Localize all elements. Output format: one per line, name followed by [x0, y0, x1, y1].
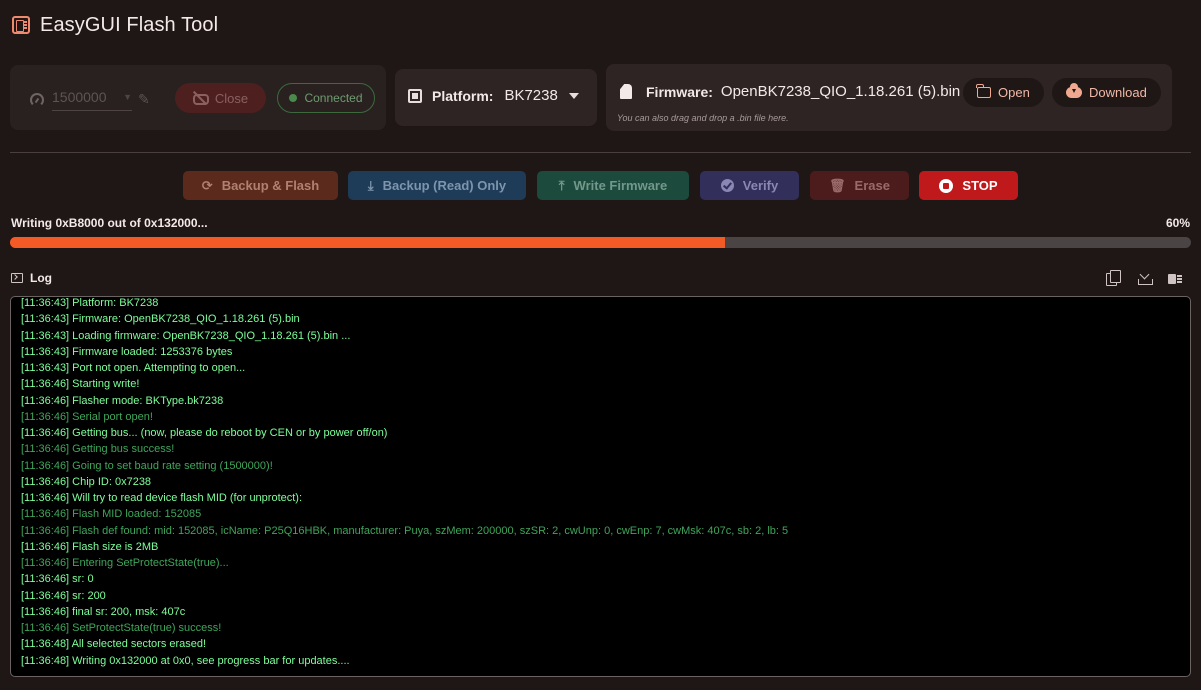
log-line: [11:36:46] Flash size is 2MB [21, 540, 159, 553]
firmware-drop-hint: You can also drag and drop a .bin file h… [617, 113, 789, 123]
verified-icon [720, 179, 734, 192]
log-line: [11:36:46] SetProtectState(true) success… [21, 622, 222, 634]
log-line: [11:36:46] Going to set baud rate settin… [21, 459, 273, 472]
chevron-down-icon: ▼ [123, 92, 132, 102]
sync-icon: ⟳ [201, 178, 213, 193]
status-dot-icon [289, 94, 298, 102]
write-firmware-button[interactable]: ⤒ Write Firmware [537, 171, 689, 200]
log-lines: [11:36:43] Platform: BK7238 [11:36:43] Fi… [21, 297, 1180, 669]
log-line: [11:36:43] Platform: BK7238 [21, 297, 159, 309]
log-line: [11:36:46] Getting bus... (now, please d… [21, 427, 388, 439]
platform-value: BK7238 [504, 87, 558, 104]
save-log-icon[interactable] [1138, 270, 1153, 286]
firmware-value: OpenBK7238_QIO_1.18.261 (5).bin [720, 83, 961, 100]
folder-icon [976, 84, 991, 98]
open-button[interactable]: Open [963, 78, 1044, 107]
app-title: EasyGUI Flash Tool [40, 13, 219, 36]
pencil-icon[interactable]: ✎ [138, 91, 150, 108]
app-header: EasyGUI Flash Tool [12, 12, 218, 38]
trash-icon: 🗑 [829, 178, 846, 193]
connection-status-chip: Connected [277, 83, 375, 113]
stop-label: STOP [962, 178, 998, 193]
connection-status-label: Connected [304, 91, 363, 105]
caret-down-icon [569, 93, 579, 99]
baud-rate-field[interactable]: 1500000 ▼ [52, 89, 132, 111]
log-line: [11:36:46] sr: 0 [21, 573, 94, 586]
link-off-icon [192, 91, 209, 105]
backup-flash-label: Backup & Flash [221, 178, 320, 193]
log-line: [11:36:46] Serial port open! [21, 410, 153, 423]
log-title: Log [30, 271, 52, 285]
firmware-label: Firmware: [646, 83, 713, 100]
log-line: [11:36:43] Firmware: OpenBK7238_QIO_1.18… [21, 313, 300, 326]
erase-label: Erase [854, 178, 890, 193]
stop-icon [939, 178, 954, 193]
log-header: Log [11, 271, 52, 285]
connection-panel: 1500000 ▼ ✎ Close Connected [10, 65, 386, 130]
open-button-label: Open [998, 85, 1030, 100]
progress-status: Writing 0xB8000 out of 0x132000... [11, 216, 208, 230]
progress-bar [10, 237, 1191, 248]
log-line: [11:36:46] Entering SetProtectState(true… [21, 557, 229, 569]
log-line: [11:36:48] All selected sectors erased! [21, 638, 207, 651]
divider [10, 152, 1191, 153]
cloud-download-icon [1066, 83, 1082, 98]
speedometer-icon [30, 93, 44, 107]
backup-read-label: Backup (Read) Only [382, 178, 507, 193]
download-button-label: Download [1089, 85, 1147, 100]
firmware-select[interactable]: Firmware: OpenBK7238_QIO_1.18.261 (5).bi… [620, 83, 982, 100]
erase-button[interactable]: 🗑 Erase [810, 171, 909, 200]
firmware-panel: Firmware: OpenBK7238_QIO_1.18.261 (5).bi… [606, 64, 1172, 131]
verify-label: Verify [742, 178, 779, 193]
progress-percent: 60% [1165, 216, 1190, 230]
copy-icon[interactable] [1106, 270, 1121, 286]
log-line: [11:36:46] Will try to read device flash… [21, 492, 303, 504]
backup-read-button[interactable]: ⤓ Backup (Read) Only [348, 171, 526, 200]
log-line: [11:36:46] Starting write! [21, 378, 140, 391]
progress-fill [10, 237, 725, 248]
app-window: EasyGUI Flash Tool 1500000 ▼ ✎ Close Con… [0, 0, 1201, 690]
log-line: [11:36:46] Flash def found: mid: 152085,… [21, 524, 789, 537]
upload-icon: ⤒ [558, 178, 565, 193]
baud-rate-value: 1500000 [52, 89, 107, 105]
close-button[interactable]: Close [175, 83, 266, 113]
log-line: [11:36:46] Flash MID loaded: 152085 [21, 508, 202, 521]
log-line: [11:36:46] Chip ID: 0x7238 [21, 475, 152, 488]
close-button-label: Close [214, 90, 249, 106]
log-line: [11:36:48] Writing 0x132000 at 0x0, see … [21, 654, 350, 667]
clear-log-icon[interactable] [1168, 270, 1182, 286]
baud-rate-select[interactable]: 1500000 ▼ [30, 89, 132, 111]
log-line: [11:36:46] Flasher mode: BKType.bk7238 [21, 394, 224, 407]
log-line: [11:36:43] Loading firmware: OpenBK7238_… [21, 329, 351, 342]
platform-select[interactable]: Platform: BK7238 [395, 69, 597, 126]
log-line: [11:36:43] Firmware loaded: 1253376 byte… [21, 345, 233, 358]
log-line: [11:36:43] Port not open. Attempting to … [21, 362, 246, 374]
log-line: [11:36:46] sr: 200 [21, 589, 106, 602]
verify-button[interactable]: Verify [700, 171, 799, 200]
terminal-icon [11, 273, 23, 283]
write-firmware-label: Write Firmware [573, 178, 668, 193]
backup-flash-button[interactable]: ⟳ Backup & Flash [183, 171, 338, 200]
download-button[interactable]: Download [1052, 78, 1161, 107]
log-output[interactable]: [11:36:43] Platform: BK7238 [11:36:43] Fi… [10, 296, 1191, 677]
cpu-icon [408, 88, 422, 103]
log-line: [11:36:46] final sr: 200, msk: 407c [21, 605, 186, 618]
log-line: [11:36:46] Getting bus success! [21, 443, 175, 456]
download-icon: ⤓ [367, 178, 374, 193]
platform-label: Platform: [432, 87, 494, 104]
chip-board-icon [12, 16, 30, 34]
stop-button[interactable]: STOP [919, 171, 1018, 200]
sd-card-icon [620, 84, 632, 99]
